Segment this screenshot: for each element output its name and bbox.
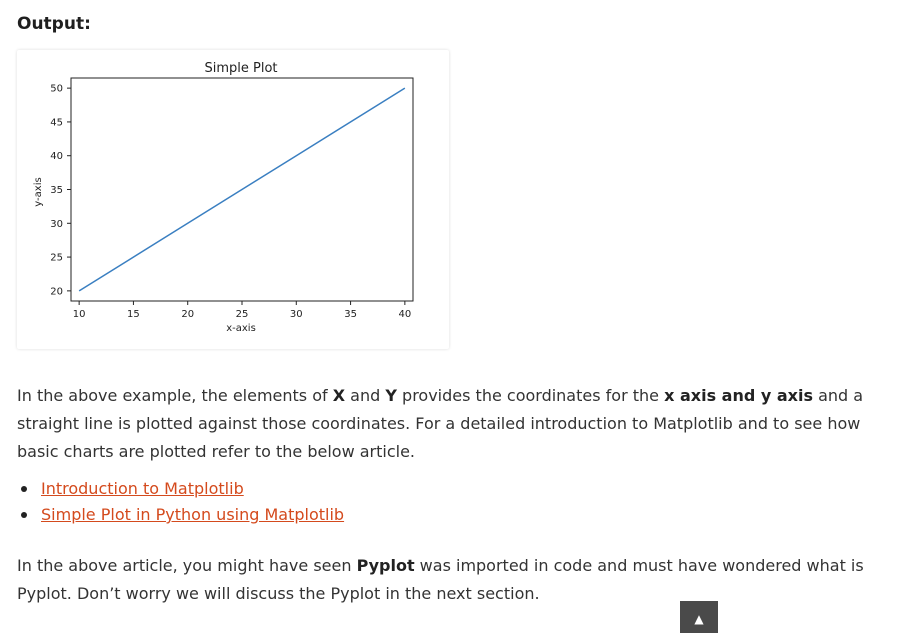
- y-tick-label: 40: [50, 151, 63, 162]
- y-tick-label: 20: [50, 286, 63, 297]
- y-tick-label: 45: [50, 117, 63, 128]
- series-line-0: [78, 87, 406, 292]
- x-axis-label: x-axis: [226, 323, 256, 334]
- x-tick-label: 40: [398, 309, 411, 320]
- plot-figure: Simple Plot 20 25 30 35 40 45 50 10 15 20 25 30 35 4…: [17, 50, 449, 349]
- bold-pyplot: Pyplot: [356, 556, 415, 575]
- x-tick-label: 15: [127, 309, 140, 320]
- list-item: Simple Plot in Python using Matplotlib: [17, 502, 344, 528]
- link-introduction-to-matplotlib[interactable]: Introduction to Matplotlib: [41, 479, 244, 498]
- bullet-icon: [21, 512, 27, 518]
- explanation-paragraph: In the above example, the elements of X …: [17, 382, 877, 466]
- y-tick-label: 25: [50, 253, 63, 264]
- line-chart: Simple Plot 20 25 30 35 40 45 50 10 15 20 25 30 35 4…: [33, 61, 414, 334]
- x-axis-ticks: 10 15 20 25 30 35 40: [73, 301, 411, 320]
- bullet-icon: [21, 486, 27, 492]
- y-axis-ticks: 20 25 30 35 40 45 50: [50, 84, 71, 297]
- scroll-to-top-button[interactable]: ▲: [680, 601, 718, 633]
- text-segment: In the above article, you might have see…: [17, 556, 357, 575]
- pyplot-paragraph: In the above article, you might have see…: [17, 552, 877, 608]
- text-segment: provides the coordinates for the: [396, 386, 665, 405]
- x-tick-label: 10: [73, 309, 86, 320]
- list-item: Introduction to Matplotlib: [17, 476, 344, 502]
- y-axis-label: y-axis: [33, 177, 44, 206]
- output-heading: Output:: [17, 14, 91, 34]
- link-simple-plot-in-python[interactable]: Simple Plot in Python using Matplotlib: [41, 505, 344, 524]
- arrow-up-icon: ▲: [694, 612, 704, 626]
- text-segment: and: [345, 386, 386, 405]
- y-tick-label: 35: [50, 185, 63, 196]
- x-tick-label: 25: [236, 309, 249, 320]
- bold-axes: x axis and y axis: [664, 386, 813, 405]
- chart-title: Simple Plot: [204, 61, 277, 76]
- article-links-list: Introduction to Matplotlib Simple Plot i…: [17, 476, 344, 528]
- y-tick-label: 30: [50, 219, 63, 230]
- series-lines: [78, 87, 406, 292]
- bold-x: X: [332, 386, 346, 405]
- text-segment: In the above example, the elements of: [17, 386, 333, 405]
- y-tick-label: 50: [50, 84, 63, 95]
- x-tick-label: 20: [181, 309, 194, 320]
- bold-y: Y: [385, 386, 397, 405]
- x-tick-label: 35: [344, 309, 357, 320]
- x-tick-label: 30: [290, 309, 303, 320]
